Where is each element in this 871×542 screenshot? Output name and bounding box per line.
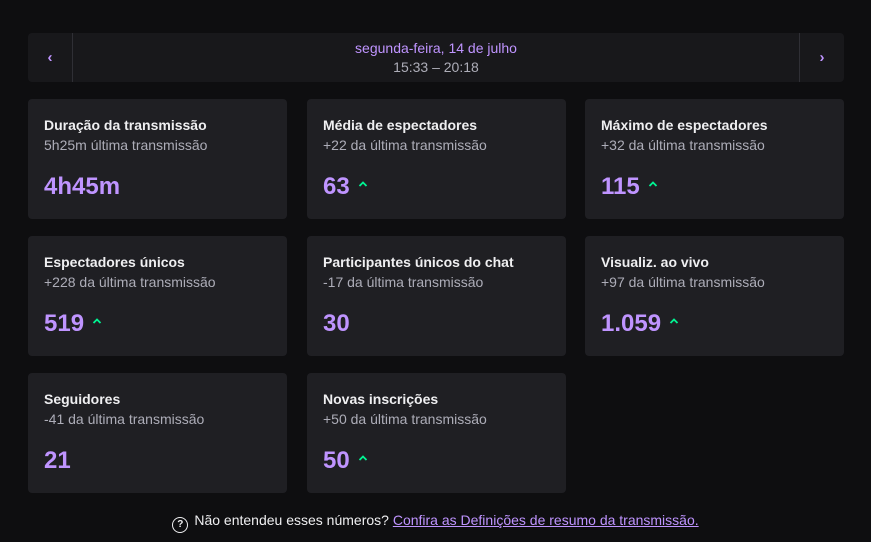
stat-comparison: +22 da última transmissão <box>323 137 487 153</box>
stat-title: Visualiz. ao vivo <box>601 254 709 270</box>
stat-value: 21 <box>44 447 71 474</box>
next-stream-button[interactable]: › <box>799 33 844 82</box>
stat-title: Média de espectadores <box>323 117 478 133</box>
stat-value: 63 <box>323 173 350 200</box>
stat-title: Duração da transmissão <box>44 117 207 133</box>
stat-card-unique-chatters: Participantes únicos do chat -17 da últi… <box>307 236 566 356</box>
stat-comparison: +32 da última transmissão <box>601 137 765 153</box>
stream-time-range: 15:33 – 20:18 <box>393 58 479 75</box>
previous-stream-button[interactable]: ‹ <box>28 33 73 82</box>
stat-card-max-viewers: Máximo de espectadores +32 da última tra… <box>585 99 844 219</box>
increase-arrow-icon <box>92 318 102 324</box>
stat-title: Participantes únicos do chat <box>323 254 514 270</box>
stat-value: 4h45m <box>44 173 121 200</box>
stat-comparison: -41 da última transmissão <box>44 411 205 427</box>
increase-arrow-icon <box>358 181 367 187</box>
stat-title: Espectadores únicos <box>44 254 185 270</box>
stat-comparison: 5h25m última transmissão <box>44 137 208 153</box>
stat-comparison: -17 da última transmissão <box>323 274 484 290</box>
stat-comparison: +228 da última transmissão <box>44 274 216 290</box>
stat-card-new-subscriptions: Novas inscrições +50 da última transmiss… <box>307 373 566 493</box>
increase-arrow-icon <box>648 181 657 187</box>
stat-value: 519 <box>44 310 85 337</box>
increase-arrow-icon <box>669 318 679 324</box>
stream-date: segunda-feira, 14 de julho <box>355 39 517 56</box>
stat-card-live-views: Visualiz. ao vivo +97 da última transmis… <box>585 236 844 356</box>
stat-card-unique-viewers: Espectadores únicos +228 da última trans… <box>28 236 287 356</box>
chevron-right-icon: › <box>819 49 825 66</box>
stat-value: 115 <box>601 173 640 200</box>
stat-title: Novas inscrições <box>323 391 439 407</box>
stat-card-followers: Seguidores -41 da última transmissão 21 <box>28 373 287 493</box>
stat-card-average-viewers: Média de espectadores +22 da última tran… <box>307 99 566 219</box>
stat-value: 50 <box>323 447 350 474</box>
help-question: Não entendeu esses números? <box>194 512 389 528</box>
help-footer: ? Não entendeu esses números? Confira as … <box>0 510 871 533</box>
stat-title: Seguidores <box>44 391 121 407</box>
stat-value: 1.059 <box>601 310 662 337</box>
increase-arrow-icon <box>358 455 367 461</box>
stat-title: Máximo de espectadores <box>601 117 768 133</box>
stat-comparison: +50 da última transmissão <box>323 411 487 427</box>
question-circle-icon: ? <box>172 517 189 533</box>
summary-definitions-link[interactable]: Confira as Definições de resumo da trans… <box>393 512 699 528</box>
stat-comparison: +97 da última transmissão <box>601 274 765 290</box>
chevron-left-icon: ‹ <box>47 49 53 66</box>
stream-date-range: segunda-feira, 14 de julho 15:33 – 20:18 <box>73 33 799 82</box>
stat-card-stream-duration: Duração da transmissão 5h25m última tran… <box>28 99 287 219</box>
stat-value: 30 <box>323 310 350 337</box>
date-navigator: ‹ segunda-feira, 14 de julho 15:33 – 20:… <box>28 33 844 82</box>
